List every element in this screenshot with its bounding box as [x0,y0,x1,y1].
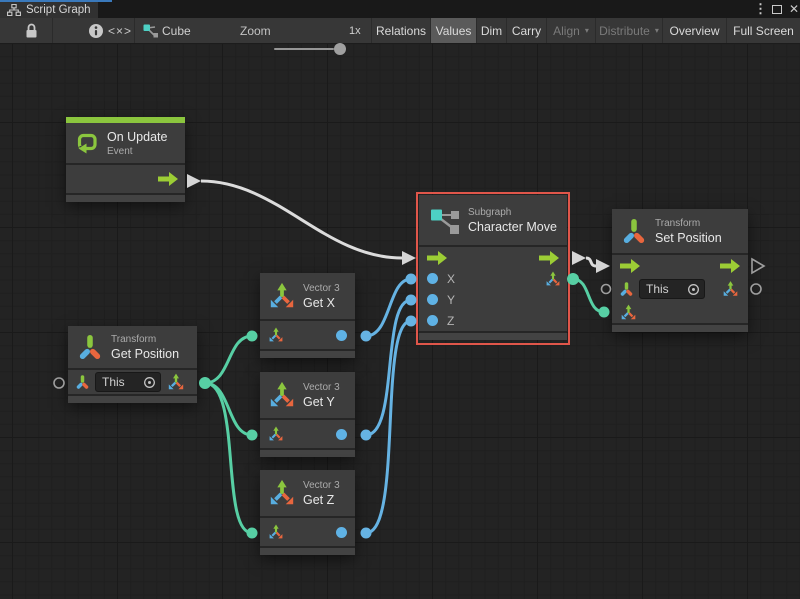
control-output-port[interactable] [158,172,178,186]
zoom-slider-track[interactable] [274,48,334,50]
maximize-button[interactable] [772,5,782,14]
vector3-output-port[interactable] [722,281,739,298]
node-footer [612,323,748,332]
node-get-y[interactable]: Vector 3 Get Y [260,372,355,457]
fullscreen-button[interactable]: Full Screen [727,18,800,43]
graph-toolbar: <×> Cube Zoom 1x Relations Values Dim Ca… [0,18,800,44]
zoom-label: Zoom [240,18,271,43]
node-on-update[interactable]: On Update Event [66,117,185,202]
input-port-x[interactable] [427,273,438,284]
node-subtitle: Vector 3 [303,479,340,492]
vector3-output-port[interactable] [545,271,561,287]
align-label: Align [553,24,580,38]
node-set-position[interactable]: Transform Set Position This [612,209,748,332]
transform-input-port[interactable] [620,281,633,297]
node-character-move[interactable]: Subgraph Character Move X Y [419,195,567,340]
control-output-port[interactable] [539,251,559,265]
port-label: Y [447,293,455,307]
node-subtitle: Vector 3 [303,282,340,295]
node-title: Get X [303,295,340,311]
tab-title: Script Graph [26,4,91,16]
close-button[interactable]: ✕ [789,0,799,18]
node-get-x[interactable]: Vector 3 Get X [260,273,355,358]
vector3-output-port[interactable] [167,373,185,391]
node-subtitle: Subgraph [468,206,557,219]
node-footer [260,349,355,358]
node-subtitle: Vector 3 [303,381,340,394]
float-output-port[interactable] [336,429,347,440]
vector3-icon [268,479,296,507]
distribute-dropdown[interactable]: Distribute ▾ [596,18,662,43]
chevron-down-icon: ▾ [585,26,589,35]
node-title: Character Move [468,219,557,235]
window-menu-button[interactable]: ⋮ [754,0,767,18]
align-dropdown[interactable]: Align ▾ [547,18,595,43]
field-value: This [646,282,669,296]
float-output-port[interactable] [336,527,347,538]
lock-icon[interactable] [24,23,39,39]
this-object-field[interactable]: This [639,279,705,299]
port-label: Z [447,314,454,328]
input-port-y[interactable] [427,294,438,305]
code-preview-icon[interactable]: <×> [108,18,132,43]
node-get-position[interactable]: Transform Get Position This [68,326,197,403]
node-title: Get Z [303,492,340,508]
vector3-icon [268,381,296,409]
unity-visual-scripting-window: { "window": { "tab_title": "Script Graph… [0,0,800,599]
node-title: Set Position [655,230,722,246]
vector3-input-port[interactable] [620,304,637,321]
values-button[interactable]: Values [431,18,476,43]
update-loop-icon [76,132,98,154]
distribute-label: Distribute [599,24,650,38]
node-title: Get Position [111,346,179,362]
node-subtitle: Transform [655,217,722,230]
relations-button[interactable]: Relations [372,18,430,43]
node-subtitle: Event [107,145,167,158]
input-port-z[interactable] [427,315,438,326]
toolbar-separator [52,18,53,43]
node-title: Get Y [303,394,340,410]
object-picker-icon[interactable] [143,376,156,389]
overview-button[interactable]: Overview [663,18,726,43]
script-graph-icon [7,4,21,16]
node-footer [68,394,197,403]
control-input-port[interactable] [427,251,447,265]
node-footer [66,193,185,202]
float-output-port[interactable] [336,330,347,341]
active-tab-indicator [0,0,112,2]
this-object-field[interactable]: This [95,372,161,392]
node-get-z[interactable]: Vector 3 Get Z [260,470,355,555]
vector3-icon [268,282,296,310]
titlebar: Script Graph ⋮ ✕ [0,0,800,18]
node-footer [419,331,567,340]
transform-icon [622,216,646,246]
selection-border: Subgraph Character Move X Y [416,192,570,345]
zoom-slider-handle[interactable] [334,43,346,55]
dim-button[interactable]: Dim [477,18,506,43]
node-title: On Update [107,129,167,145]
tab-script-graph[interactable]: Script Graph [0,0,98,18]
vector3-input-port[interactable] [268,524,284,540]
chevron-down-icon: ▾ [655,26,659,35]
subgraph-icon [429,206,459,234]
zoom-value: 1x [349,18,361,43]
toolbar-separator [134,18,135,43]
graph-target-icon [143,24,158,38]
node-footer [260,448,355,457]
transform-icon [78,332,102,362]
port-label: X [447,272,455,286]
info-icon[interactable] [88,23,104,39]
vector3-input-port[interactable] [268,426,284,442]
transform-input-port[interactable] [76,374,89,390]
object-picker-icon[interactable] [687,283,700,296]
node-subtitle: Transform [111,333,179,346]
vector3-input-port[interactable] [268,327,284,343]
carry-button[interactable]: Carry [507,18,546,43]
control-output-port[interactable] [720,259,740,273]
node-footer [260,546,355,555]
control-input-port[interactable] [620,259,640,273]
field-value: This [102,375,125,389]
graph-target-label[interactable]: Cube [162,18,191,43]
